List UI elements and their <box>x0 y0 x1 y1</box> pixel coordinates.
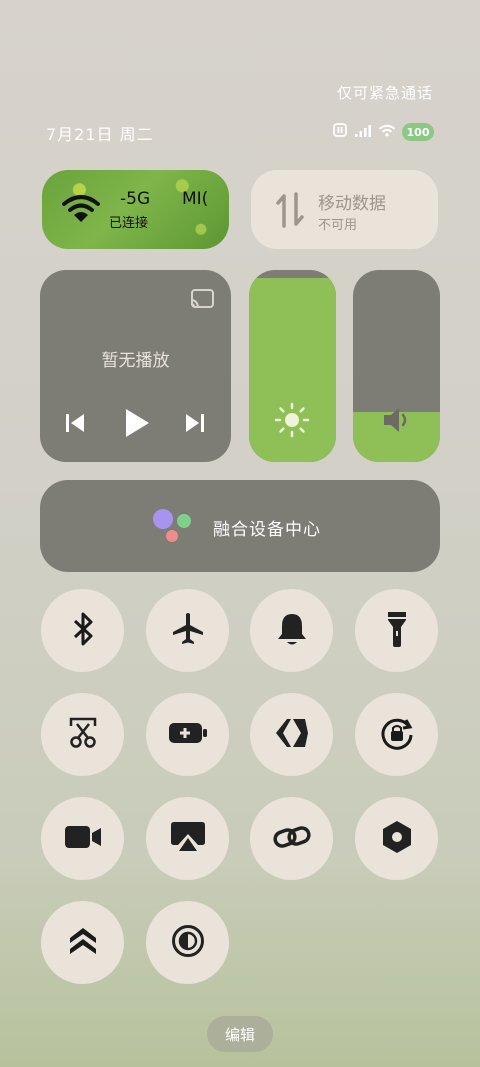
edit-button[interactable]: 编辑 <box>207 1016 273 1052</box>
screen-cast-toggle[interactable] <box>146 797 229 880</box>
battery-indicator: 100 <box>402 123 434 141</box>
data-arrows-icon <box>275 192 305 232</box>
play-icon[interactable] <box>123 407 151 443</box>
bluetooth-icon <box>69 611 97 651</box>
wifi-network-name-part: -5G <box>120 189 151 209</box>
bell-icon <box>276 611 308 651</box>
emergency-calls-only-text: 仅可紧急通话 <box>336 84 433 102</box>
no-media-text: 暂无播放 <box>101 351 170 371</box>
contrast-icon <box>171 924 205 962</box>
screenshot-scissors-icon <box>67 716 99 754</box>
airplane-toggle[interactable] <box>146 589 229 672</box>
sim-icon <box>332 122 348 142</box>
airplane-icon <box>170 611 206 651</box>
wifi-status-icon <box>378 123 396 142</box>
date-text: 7月21日 周二 <box>46 125 154 144</box>
settings-nut-toggle[interactable] <box>355 797 438 880</box>
nfc-icon <box>275 718 309 752</box>
chevrons-up-icon <box>68 926 98 960</box>
nfc-toggle[interactable] <box>250 693 333 776</box>
hexagon-nut-icon <box>381 820 413 858</box>
flashlight-icon <box>385 610 409 652</box>
mobile-data-title: 移动数据 <box>318 194 386 214</box>
device-hub-label: 融合设备中心 <box>213 520 321 540</box>
wifi-icon <box>62 194 100 228</box>
video-camera-icon <box>64 824 102 854</box>
cast-icon[interactable] <box>189 288 215 314</box>
battery-saver-icon <box>168 721 208 749</box>
speaker-icon <box>381 404 413 440</box>
screenshot-toggle[interactable] <box>41 693 124 776</box>
rotation-lock-toggle[interactable] <box>355 693 438 776</box>
status-icons: 100 <box>332 122 434 142</box>
wifi-network-name-part-2: MI( <box>182 189 209 209</box>
boost-toggle[interactable] <box>41 901 124 984</box>
mobile-data-tile[interactable]: 移动数据 不可用 <box>251 170 438 249</box>
screen-cast-icon <box>170 821 206 857</box>
wifi-tile[interactable]: -5G MI( 已连接 <box>42 170 229 249</box>
next-icon[interactable] <box>184 413 206 437</box>
sun-icon <box>274 402 310 442</box>
bluetooth-toggle[interactable] <box>41 589 124 672</box>
previous-icon[interactable] <box>64 413 86 437</box>
flashlight-toggle[interactable] <box>355 589 438 672</box>
device-hub-tile[interactable]: 融合设备中心 <box>40 480 440 572</box>
link-toggle[interactable] <box>250 797 333 880</box>
hub-dots-icon <box>152 508 194 548</box>
dark-mode-toggle[interactable] <box>146 901 229 984</box>
volume-slider[interactable] <box>353 270 440 462</box>
brightness-slider[interactable] <box>249 270 336 462</box>
signal-icon <box>354 123 372 142</box>
rotation-lock-icon <box>379 715 415 755</box>
mobile-data-status: 不可用 <box>318 218 358 233</box>
ring-mode-toggle[interactable] <box>250 589 333 672</box>
media-player-tile[interactable]: 暂无播放 <box>40 270 231 462</box>
screen-record-toggle[interactable] <box>41 797 124 880</box>
wifi-status-text: 已连接 <box>109 216 149 231</box>
link-icon <box>272 823 311 855</box>
battery-saver-toggle[interactable] <box>146 693 229 776</box>
